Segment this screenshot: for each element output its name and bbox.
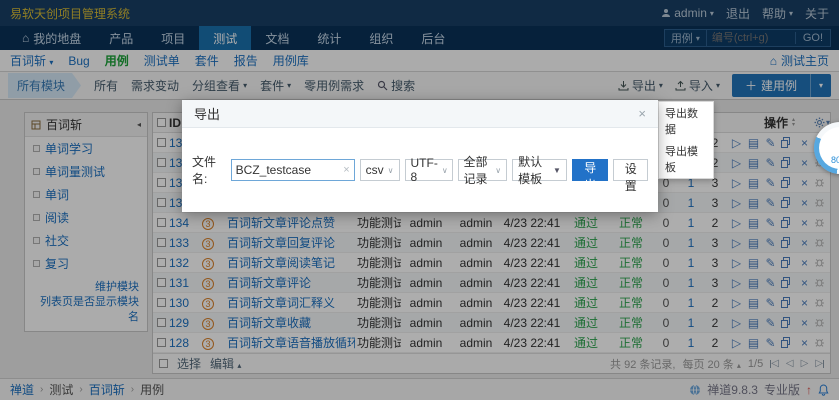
close-icon[interactable]: ×	[638, 106, 646, 121]
dialog-title: 导出	[194, 104, 220, 123]
filename-input[interactable]	[236, 163, 344, 177]
format-select[interactable]: csv ∨	[360, 159, 400, 181]
filename-field-wrap: ×	[231, 159, 355, 181]
caret-down-icon: ▼	[553, 166, 561, 175]
format-value: csv	[366, 163, 384, 177]
chevron-down-icon: ∨	[495, 166, 501, 175]
chevron-down-icon: ∨	[442, 166, 448, 175]
clear-input-icon[interactable]: ×	[343, 164, 349, 176]
export-template-menu-item[interactable]: 导出模板	[659, 140, 713, 178]
chevron-down-icon: ∨	[388, 166, 394, 175]
template-select[interactable]: 默认模板 ▼	[512, 159, 567, 181]
export-dropdown-menu: 导出数据 导出模板	[658, 101, 714, 179]
records-value: 全部记录	[464, 153, 492, 187]
export-dialog: 导出 × 文件名: × csv ∨ UTF-8 ∨ 全部记录 ∨ 默认模板 ▼ …	[182, 100, 658, 212]
dialog-header: 导出 ×	[182, 100, 658, 128]
export-submit-button[interactable]: 导出	[572, 159, 609, 181]
ball-percent-label: 80%	[814, 155, 839, 165]
filename-label: 文件名:	[192, 153, 226, 187]
export-data-menu-item[interactable]: 导出数据	[659, 102, 713, 140]
encoding-value: UTF-8	[411, 156, 438, 184]
encoding-select[interactable]: UTF-8 ∨	[405, 159, 453, 181]
template-value: 默认模板	[518, 153, 549, 187]
settings-button[interactable]: 设置	[613, 159, 648, 181]
dialog-body: 文件名: × csv ∨ UTF-8 ∨ 全部记录 ∨ 默认模板 ▼ 导出 设置	[182, 128, 658, 212]
records-select[interactable]: 全部记录 ∨	[458, 159, 508, 181]
